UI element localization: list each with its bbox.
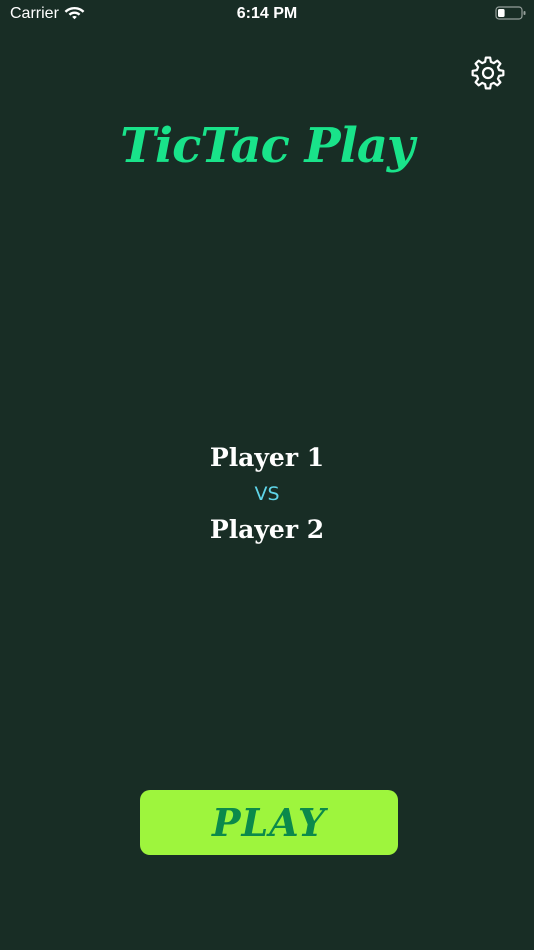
players-matchup: Player 1 VS Player 2 xyxy=(0,440,534,548)
gear-outline xyxy=(471,56,505,90)
vs-label: VS xyxy=(254,483,280,505)
status-time: 6:14 PM xyxy=(236,5,298,22)
battery-icon xyxy=(495,6,526,20)
play-button-label: PLAY xyxy=(211,800,326,845)
app-title: TicTac Play xyxy=(120,118,415,174)
player-2-label: Player 2 xyxy=(209,515,325,544)
status-bar: Carrier 6:14 PM xyxy=(0,0,534,28)
player-1-label: Player 1 xyxy=(209,443,325,472)
play-button[interactable]: PLAY xyxy=(140,790,398,855)
gear-icon[interactable] xyxy=(470,55,506,91)
